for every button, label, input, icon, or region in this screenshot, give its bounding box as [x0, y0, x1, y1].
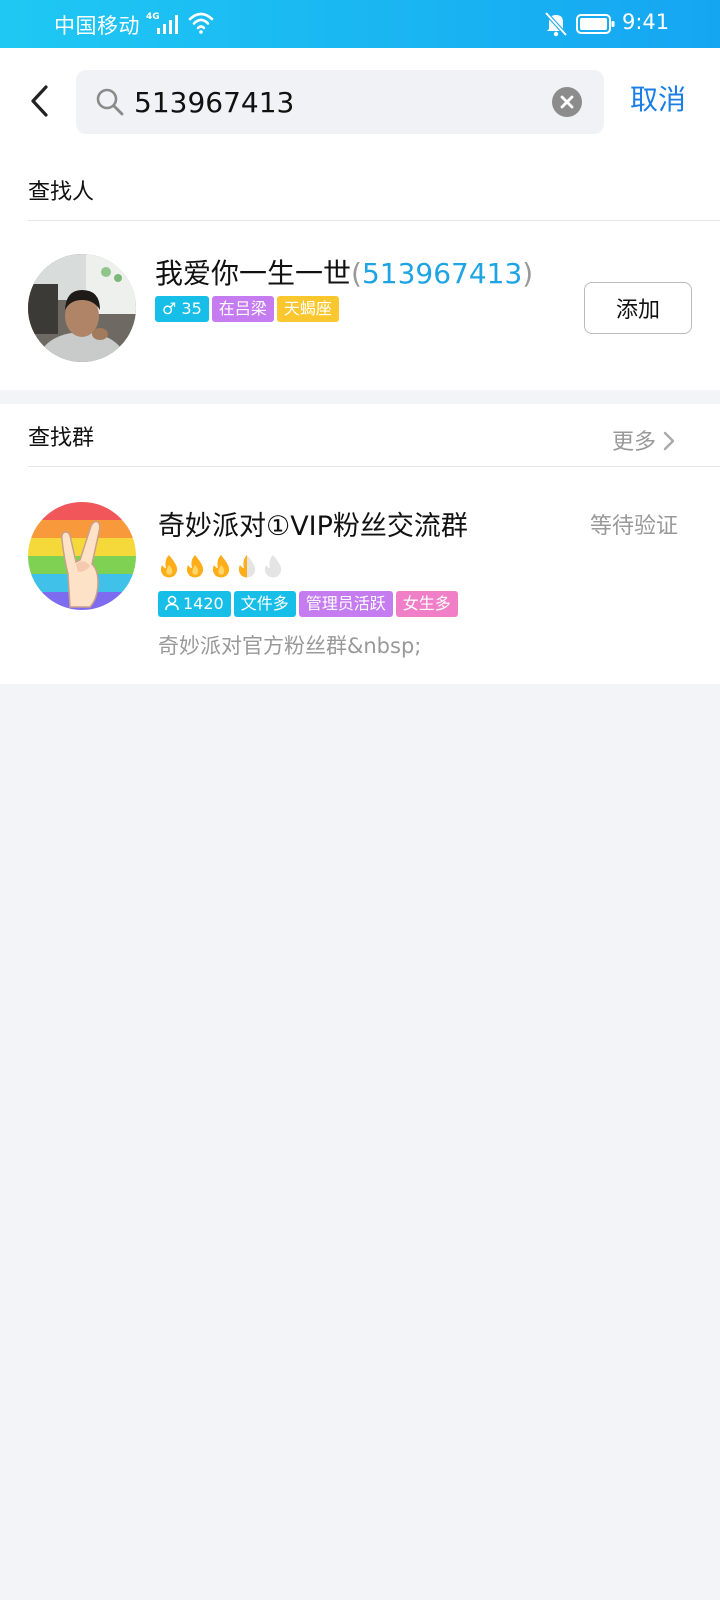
cancel-button[interactable]: 取消	[630, 78, 686, 118]
half-fire-icon	[238, 555, 256, 578]
fire-icon	[212, 555, 230, 578]
gender-age-badge: ♂ 35	[155, 296, 209, 322]
many-girls-badge: 女生多	[395, 591, 458, 617]
status-bar: 中国移动 4G 9:41	[0, 0, 720, 48]
group-description: 奇妙派对官方粉丝群&nbsp;	[158, 634, 422, 658]
signal-icon	[157, 15, 178, 34]
zodiac-badge: 天蝎座	[276, 296, 339, 322]
search-icon	[96, 88, 124, 116]
person-results-section: 查找人 我爱你一生一世(513967413) ♂ 35 在吕梁 天蝎座 添加	[0, 154, 720, 390]
battery-icon	[576, 14, 615, 34]
search-header: 取消	[0, 48, 720, 154]
clock-label: 9:41	[622, 10, 670, 34]
group-tags: 1420 文件多 管理员活跃 女生多	[158, 591, 461, 617]
fire-icon	[186, 555, 204, 578]
search-input[interactable]	[134, 82, 534, 122]
person-name-row[interactable]: 我爱你一生一世(513967413)	[155, 252, 533, 292]
activity-rating	[158, 554, 288, 578]
qq-number: 513967413	[361, 257, 523, 290]
member-count: 1420	[183, 594, 224, 613]
pending-verification-label: 等待验证	[590, 514, 679, 539]
more-groups-link[interactable]: 更多	[612, 424, 676, 456]
location-badge: 在吕梁	[211, 296, 274, 322]
group-section-title: 查找群	[28, 426, 95, 451]
back-arrow-icon[interactable]	[26, 81, 54, 121]
chevron-right-icon	[663, 431, 675, 451]
clear-icon[interactable]	[552, 87, 582, 117]
mute-bell-icon	[544, 11, 568, 37]
divider	[28, 466, 720, 467]
active-admin-badge: 管理员活跃	[298, 591, 393, 617]
divider	[28, 220, 720, 221]
close-paren: )	[522, 257, 534, 290]
more-label: 更多	[612, 430, 657, 455]
carrier-label: 中国移动	[54, 14, 140, 38]
person-section-title: 查找人	[28, 180, 95, 205]
open-paren: (	[351, 257, 362, 290]
group-avatar[interactable]	[28, 502, 136, 610]
group-results-section: 查找群 更多 奇妙派对①VIP粉丝交流群 等待验证 1420 文件多 管理员活跃 女生…	[0, 404, 720, 684]
avatar[interactable]	[28, 254, 136, 362]
person-name: 我爱你一生一世	[155, 257, 352, 290]
person-tags: ♂ 35 在吕梁 天蝎座	[155, 296, 342, 322]
many-files-badge: 文件多	[233, 591, 296, 617]
group-name[interactable]: 奇妙派对①VIP粉丝交流群	[158, 504, 468, 543]
person-icon	[165, 595, 179, 611]
empty-fire-icon	[264, 555, 282, 578]
fire-icon	[160, 555, 178, 578]
member-count-badge: 1420	[158, 591, 231, 617]
add-friend-button[interactable]: 添加	[584, 282, 692, 334]
search-box[interactable]	[76, 70, 604, 134]
wifi-icon	[188, 12, 214, 34]
